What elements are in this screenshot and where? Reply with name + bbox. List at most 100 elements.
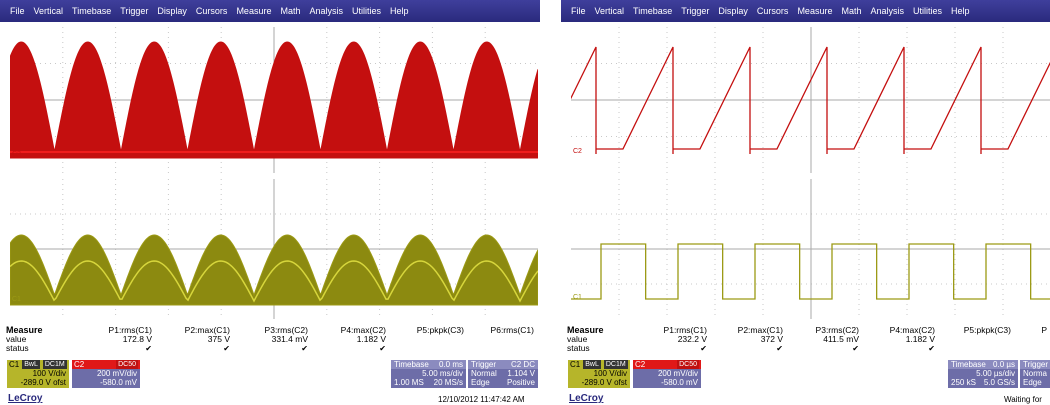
- channel-marker-c2: C2: [12, 151, 21, 158]
- timebase-rate: 5.0 GS/s: [983, 378, 1015, 387]
- check-icon: ✔: [776, 344, 783, 353]
- scope-screen-left: File Vertical Timebase Trigger Display C…: [0, 0, 540, 405]
- menu-cursors[interactable]: Cursors: [757, 6, 789, 16]
- menu-help[interactable]: Help: [951, 6, 970, 16]
- menu-math[interactable]: Math: [841, 6, 861, 16]
- trigger-label: Trigger: [471, 360, 497, 369]
- menu-help[interactable]: Help: [390, 6, 409, 16]
- vdiv: 200 mV/div: [96, 369, 137, 378]
- measure-p3[interactable]: P3:rms(C2) 331.4 mV ✔: [236, 326, 308, 354]
- menu-bar: File Vertical Timebase Trigger Display C…: [0, 0, 540, 22]
- waveform-c1: [10, 234, 538, 306]
- waveform-grid-c1[interactable]: C1: [571, 179, 1050, 319]
- coupling-tag: DC50: [116, 360, 138, 369]
- measure-value: 331.4 mV: [271, 334, 308, 344]
- measure-p6[interactable]: P: [975, 326, 1047, 335]
- timebase-samples: 250 kS: [951, 378, 976, 387]
- offset: -289.0 V ofst: [581, 378, 627, 387]
- measure-p2[interactable]: P2:max(C1) 375 V ✔: [158, 326, 230, 354]
- measure-p1[interactable]: P1:rms(C1) 172.8 V ✔: [80, 326, 152, 354]
- measure-p4[interactable]: P4:max(C2) 1.182 V ✔: [314, 326, 386, 354]
- menu-math[interactable]: Math: [280, 6, 300, 16]
- timebase-label: Timebase: [394, 360, 429, 369]
- channel-label: C1: [9, 360, 20, 369]
- measure-p3[interactable]: P3:rms(C2) 411.5 mV ✔: [787, 326, 859, 354]
- measure-p1[interactable]: P1:rms(C1) 232.2 V ✔: [635, 326, 707, 354]
- measure-status-label: status: [6, 343, 29, 353]
- check-icon: ✔: [301, 344, 308, 353]
- timebase-samples: 1.00 MS: [394, 378, 424, 387]
- trigger-type: Edge: [1023, 378, 1042, 387]
- trigger-label: Trigger: [1023, 360, 1049, 369]
- channel-c2-box[interactable]: C2 DC50 200 mV/div -580.0 mV: [72, 360, 140, 388]
- menu-vertical[interactable]: Vertical: [595, 6, 625, 16]
- vdiv: 100 V/div: [32, 369, 66, 378]
- timestamp: 12/10/2012 11:47:42 AM: [438, 395, 525, 404]
- coupling-tag: DC1M: [42, 360, 67, 369]
- timebase-delay: 0.0 µs: [993, 360, 1015, 369]
- menu-analysis[interactable]: Analysis: [870, 6, 904, 16]
- menu-trigger[interactable]: Trigger: [120, 6, 148, 16]
- menu-timebase[interactable]: Timebase: [72, 6, 111, 16]
- waveform-grid-c2[interactable]: C2: [571, 27, 1050, 173]
- menu-timebase[interactable]: Timebase: [633, 6, 672, 16]
- bwl-tag: BwL: [22, 360, 40, 369]
- measure-p6[interactable]: P6:rms(C1): [462, 326, 534, 335]
- menu-utilities[interactable]: Utilities: [352, 6, 381, 16]
- channel-label: C2: [635, 360, 646, 369]
- waveform-grid-c1[interactable]: C1: [10, 179, 538, 319]
- measure-p4[interactable]: P4:max(C2) 1.182 V ✔: [863, 326, 935, 354]
- measure-name: P: [1041, 325, 1047, 335]
- trigger-mode: Normal: [471, 369, 497, 378]
- scope-screen-right: File Vertical Timebase Trigger Display C…: [561, 0, 1050, 405]
- check-icon: ✔: [379, 344, 386, 353]
- timebase-div: 5.00 µs/div: [976, 369, 1015, 378]
- coupling-tag: DC50: [677, 360, 699, 369]
- timebase-rate: 20 MS/s: [433, 378, 463, 387]
- trigger-box[interactable]: Trigger Norma Edge: [1020, 360, 1050, 388]
- menu-file[interactable]: File: [10, 6, 25, 16]
- vdiv: 200 mV/div: [657, 369, 698, 378]
- measure-p2[interactable]: P2:max(C1) 372 V ✔: [711, 326, 783, 354]
- lecroy-logo: LeCroy: [8, 393, 43, 404]
- menu-utilities[interactable]: Utilities: [913, 6, 942, 16]
- menu-trigger[interactable]: Trigger: [681, 6, 709, 16]
- menu-vertical[interactable]: Vertical: [34, 6, 64, 16]
- measure-value: 232.2 V: [677, 334, 707, 344]
- measure-name: P6:rms(C1): [490, 325, 534, 335]
- measure-value: 411.5 mV: [823, 334, 859, 344]
- offset: -580.0 mV: [661, 378, 698, 387]
- channel-c1-box[interactable]: C1 BwL DC1M 100 V/div -289.0 V ofst: [7, 360, 69, 388]
- menu-display[interactable]: Display: [718, 6, 748, 16]
- measure-value: 372 V: [760, 334, 783, 344]
- channel-label: C1: [570, 360, 581, 369]
- check-icon: ✔: [145, 344, 152, 353]
- trigger-source: C2 DC: [510, 360, 535, 369]
- bwl-tag: BwL: [583, 360, 601, 369]
- trigger-box[interactable]: Trigger C2 DC Normal 1.104 V Edge Positive: [468, 360, 538, 388]
- measure-labels: Measure value status: [6, 326, 43, 353]
- menu-display[interactable]: Display: [157, 6, 187, 16]
- menu-analysis[interactable]: Analysis: [309, 6, 343, 16]
- channel-c1-box[interactable]: C1 BwL DC1M 100 V/div -289.0 V ofst: [568, 360, 630, 388]
- timebase-box[interactable]: Timebase 0.0 ms 5.00 ms/div 1.00 MS 20 MS/…: [391, 360, 466, 388]
- offset: -580.0 mV: [100, 378, 137, 387]
- trigger-mode: Norma: [1023, 369, 1048, 378]
- channel-c2-box[interactable]: C2 DC50 200 mV/div -580.0 mV: [633, 360, 701, 388]
- measure-value: 1.182 V: [905, 334, 935, 344]
- waveform-grid-c2[interactable]: C2: [10, 27, 538, 173]
- timebase-box[interactable]: Timebase 0.0 µs 5.00 µs/div 250 kS 5.0 GS/…: [948, 360, 1018, 388]
- measure-p5[interactable]: P5:pkpk(C3): [392, 326, 464, 335]
- menu-file[interactable]: File: [571, 6, 586, 16]
- channel-label: C2: [74, 360, 85, 369]
- status-text: Waiting for: [1004, 395, 1042, 404]
- check-icon: ✔: [928, 344, 935, 353]
- channel-marker-c1: C1: [573, 294, 582, 301]
- measure-status-label: status: [567, 343, 590, 353]
- menu-measure[interactable]: Measure: [797, 6, 832, 16]
- menu-cursors[interactable]: Cursors: [196, 6, 228, 16]
- vdiv: 100 V/div: [593, 369, 627, 378]
- trigger-level: 1.104 V: [507, 369, 535, 378]
- menu-measure[interactable]: Measure: [236, 6, 271, 16]
- trigger-slope: Positive: [506, 378, 535, 387]
